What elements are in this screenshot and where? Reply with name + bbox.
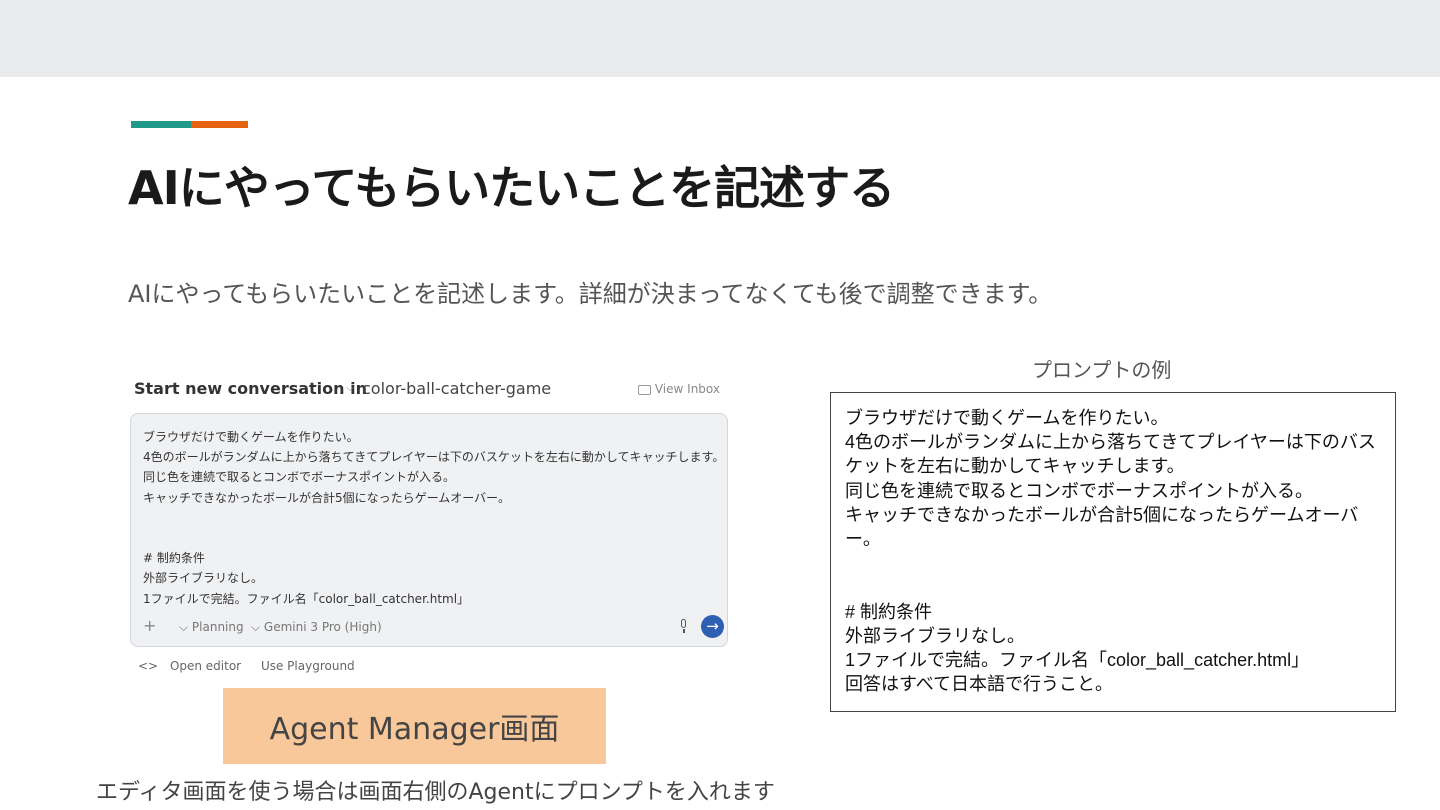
inbox-icon [637, 384, 651, 395]
top-bar [0, 0, 1440, 77]
agent-manager-label: Agent Manager画面 [223, 688, 606, 764]
agent-manager-screenshot: Start new conversation in ⌵ color-ball-c… [128, 372, 736, 684]
slide-subtitle: AIにやってもらいたいことを記述します。詳細が決まってなくても後で調整できます。 [128, 280, 1053, 308]
bottom-caption: エディタ画面を使う場合は画面右側のAgentにプロンプトを入れます [96, 780, 775, 805]
view-inbox-label: View Inbox [654, 382, 720, 396]
model-selector[interactable]: ⌵ Gemini 3 Pro (High) [251, 620, 382, 635]
chevron-down-icon[interactable]: ⌵ [346, 381, 354, 395]
mode-selector[interactable]: ⌵ Planning [179, 620, 244, 635]
add-icon[interactable]: + [143, 616, 156, 635]
conversation-header: Start new conversation in ⌵ color-ball-c… [134, 378, 730, 400]
code-icon: <> [138, 659, 159, 673]
accent-bar-orange [191, 121, 248, 128]
prompt-input-text[interactable]: ブラウザだけで動くゲームを作りたい。 4色のボールがランダムに上から落ちてきてプ… [143, 427, 724, 609]
model-selector-label: Gemini 3 Pro (High) [263, 620, 382, 634]
slide-title: AIにやってもらいたいことを記述する [128, 161, 895, 215]
example-prompt-text: ブラウザだけで動くゲームを作りたい。 4色のボールがランダムに上から落ちてきてプ… [845, 408, 1376, 695]
panel-links: <> Open editor Use Playground [138, 659, 363, 673]
open-editor-label: Open editor [169, 659, 242, 673]
conversation-header-title: Start new conversation in [134, 379, 367, 398]
prompt-toolbar: + ⌵ Planning ⌵ Gemini 3 Pro (High) → [143, 615, 724, 638]
example-prompt-box: ブラウザだけで動くゲームを作りたい。 4色のボールがランダムに上から落ちてきてプ… [830, 392, 1396, 712]
repo-selector[interactable]: color-ball-catcher-game [362, 379, 551, 398]
mode-selector-label: Planning [191, 620, 244, 634]
use-playground-link[interactable]: Use Playground [261, 659, 355, 673]
open-editor-link[interactable]: <> Open editor [138, 659, 249, 673]
example-heading: プロンプトの例 [1032, 358, 1172, 382]
accent-bar-teal [131, 121, 191, 128]
prompt-input[interactable]: ブラウザだけで動くゲームを作りたい。 4色のボールがランダムに上から落ちてきてプ… [130, 413, 728, 647]
microphone-icon[interactable] [679, 619, 688, 633]
view-inbox-link[interactable]: View Inbox [637, 382, 720, 396]
send-button[interactable]: → [701, 615, 724, 638]
